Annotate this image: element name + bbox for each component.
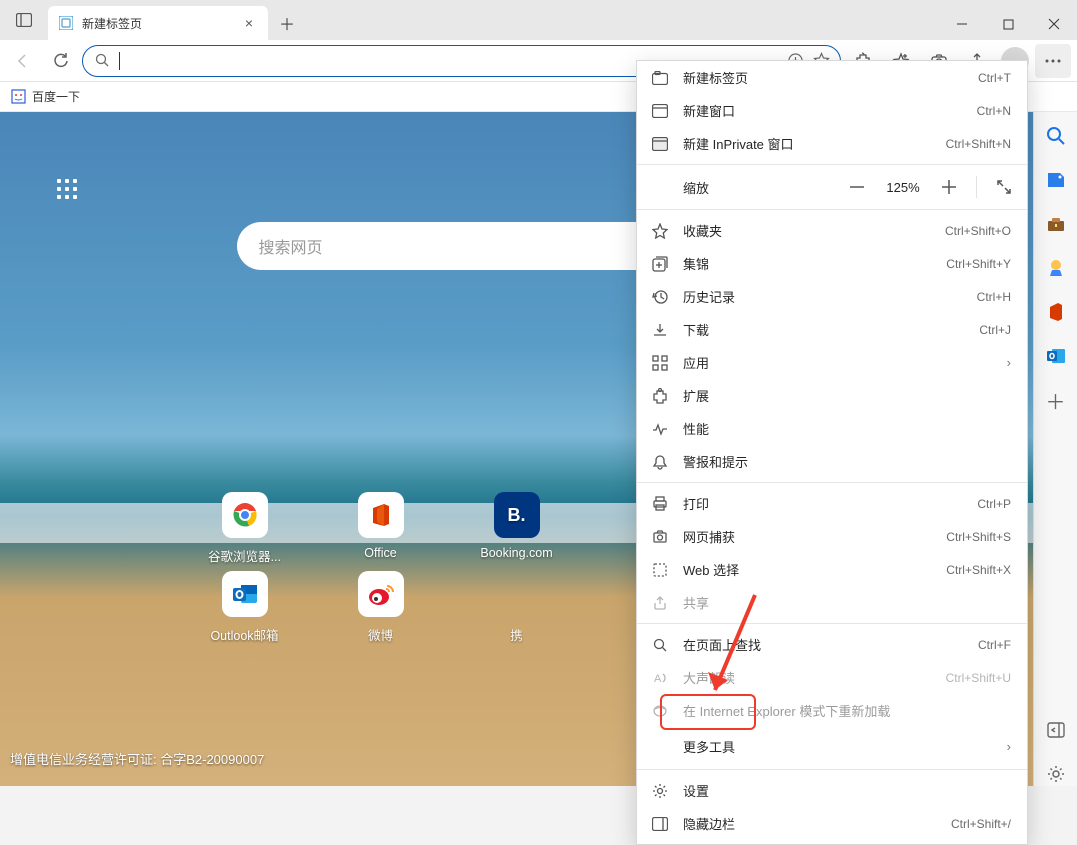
tab-favicon [58,15,74,31]
menu-hidesidebar[interactable]: 隐藏边栏 Ctrl+Shift+/ [637,807,1027,840]
search-icon [93,52,111,70]
sidebar-settings-icon[interactable] [1044,762,1068,786]
capture-icon [651,528,669,546]
menu-print[interactable]: 打印 Ctrl+P [637,487,1027,520]
tile-office[interactable]: Office [316,492,446,565]
zoom-out-button[interactable] [842,173,872,201]
menu-inprivate[interactable]: 新建 InPrivate 窗口 Ctrl+Shift+N [637,127,1027,160]
new-tab-button[interactable]: ＋ [272,8,302,38]
apps-icon [651,354,669,372]
menu-new-tab[interactable]: 新建标签页 Ctrl+T [637,61,1027,94]
tab-actions-button[interactable] [0,0,48,40]
menu-moretools[interactable]: 更多工具 › [637,727,1027,765]
tile-weibo[interactable]: 微博 [316,571,446,644]
chevron-right-icon: › [1007,355,1011,370]
edge-sidebar: ＋ [1033,112,1077,786]
menu-extensions[interactable]: 扩展 [637,379,1027,412]
sidebar-add-icon[interactable]: ＋ [1044,388,1068,412]
menu-apps[interactable]: 应用 › [637,346,1027,379]
menu-capture[interactable]: 网页捕获 Ctrl+Shift+S [637,520,1027,553]
gear-icon [651,782,669,800]
menu-iemode: 在 Internet Explorer 模式下重新加载 [637,694,1027,727]
window-controls [939,8,1077,40]
minimize-button[interactable] [939,8,985,40]
footer-license: 增值电信业务经营许可证: 合字B2-20090007 [10,749,264,768]
menu-zoom-row: 缩放 125% [637,169,1027,205]
inprivate-icon [651,135,669,153]
chevron-right-icon: › [1007,739,1011,754]
tile-ctrip[interactable]: 携 [452,571,582,644]
sidebar-icon [651,815,669,833]
ie-icon [651,702,669,720]
sidebar-pane-icon[interactable] [1044,718,1068,742]
close-window-button[interactable] [1031,8,1077,40]
titlebar: 新建标签页 × ＋ [0,0,1077,40]
apps-grid-icon [57,179,77,199]
menu-webselect[interactable]: Web 选择 Ctrl+Shift+X [637,553,1027,586]
bookmark-baidu[interactable]: 百度一下 [32,88,80,105]
newtab-icon [651,69,669,87]
tab-title: 新建标签页 [82,15,142,32]
browser-tab[interactable]: 新建标签页 × [48,6,268,40]
find-icon [651,636,669,654]
menu-new-window[interactable]: 新建窗口 Ctrl+N [637,94,1027,127]
apps-launcher-button[interactable] [45,167,89,211]
menu-find[interactable]: 在页面上查找 Ctrl+F [637,628,1027,661]
menu-collections[interactable]: 集锦 Ctrl+Shift+Y [637,247,1027,280]
menu-history[interactable]: 历史记录 Ctrl+H [637,280,1027,313]
svg-text:A: A [654,673,662,685]
text-cursor [119,52,120,70]
collections-icon [651,255,669,273]
menu-share: 共享 [637,586,1027,619]
readaloud-icon: A [651,669,669,687]
sidebar-games-icon[interactable] [1044,256,1068,280]
menu-downloads[interactable]: 下载 Ctrl+J [637,313,1027,346]
tab-close-button[interactable]: × [240,14,258,32]
share-icon [651,594,669,612]
more-menu-button[interactable] [1035,44,1071,78]
history-icon [651,288,669,306]
sidebar-coupons-icon[interactable] [1044,168,1068,192]
search-placeholder: 搜索网页 [259,234,323,258]
menu-alerts[interactable]: 警报和提示 [637,445,1027,478]
zoom-in-button[interactable] [934,173,964,201]
back-button[interactable] [6,44,40,78]
webselect-icon [651,561,669,579]
sidebar-outlook-icon[interactable] [1044,344,1068,368]
menu-favorites[interactable]: 收藏夹 Ctrl+Shift+O [637,214,1027,247]
extensions-icon [651,387,669,405]
download-icon [651,321,669,339]
tile-chrome[interactable]: 谷歌浏览器... [180,492,310,565]
performance-icon [651,420,669,438]
tab-actions-icon [16,13,32,27]
zoom-label: 缩放 [651,178,834,197]
refresh-button[interactable] [44,44,78,78]
menu-performance[interactable]: 性能 [637,412,1027,445]
bell-icon [651,453,669,471]
print-icon [651,495,669,513]
newwindow-icon [651,102,669,120]
sidebar-tools-icon[interactable] [1044,212,1068,236]
star-icon [651,222,669,240]
maximize-button[interactable] [985,8,1031,40]
sidebar-office-icon[interactable] [1044,300,1068,324]
tile-booking[interactable]: B. Booking.com [452,492,582,565]
tile-outlook[interactable]: Outlook邮箱 [180,571,310,644]
overflow-menu: 新建标签页 Ctrl+T 新建窗口 Ctrl+N 新建 InPrivate 窗口… [636,60,1028,845]
sidebar-search-icon[interactable] [1044,124,1068,148]
menu-settings[interactable]: 设置 [637,774,1027,807]
bookmark-favicon [10,89,26,105]
menu-readaloud: A 大声朗读 Ctrl+Shift+U [637,661,1027,694]
fullscreen-button[interactable] [989,173,1019,201]
zoom-value: 125% [880,180,926,195]
